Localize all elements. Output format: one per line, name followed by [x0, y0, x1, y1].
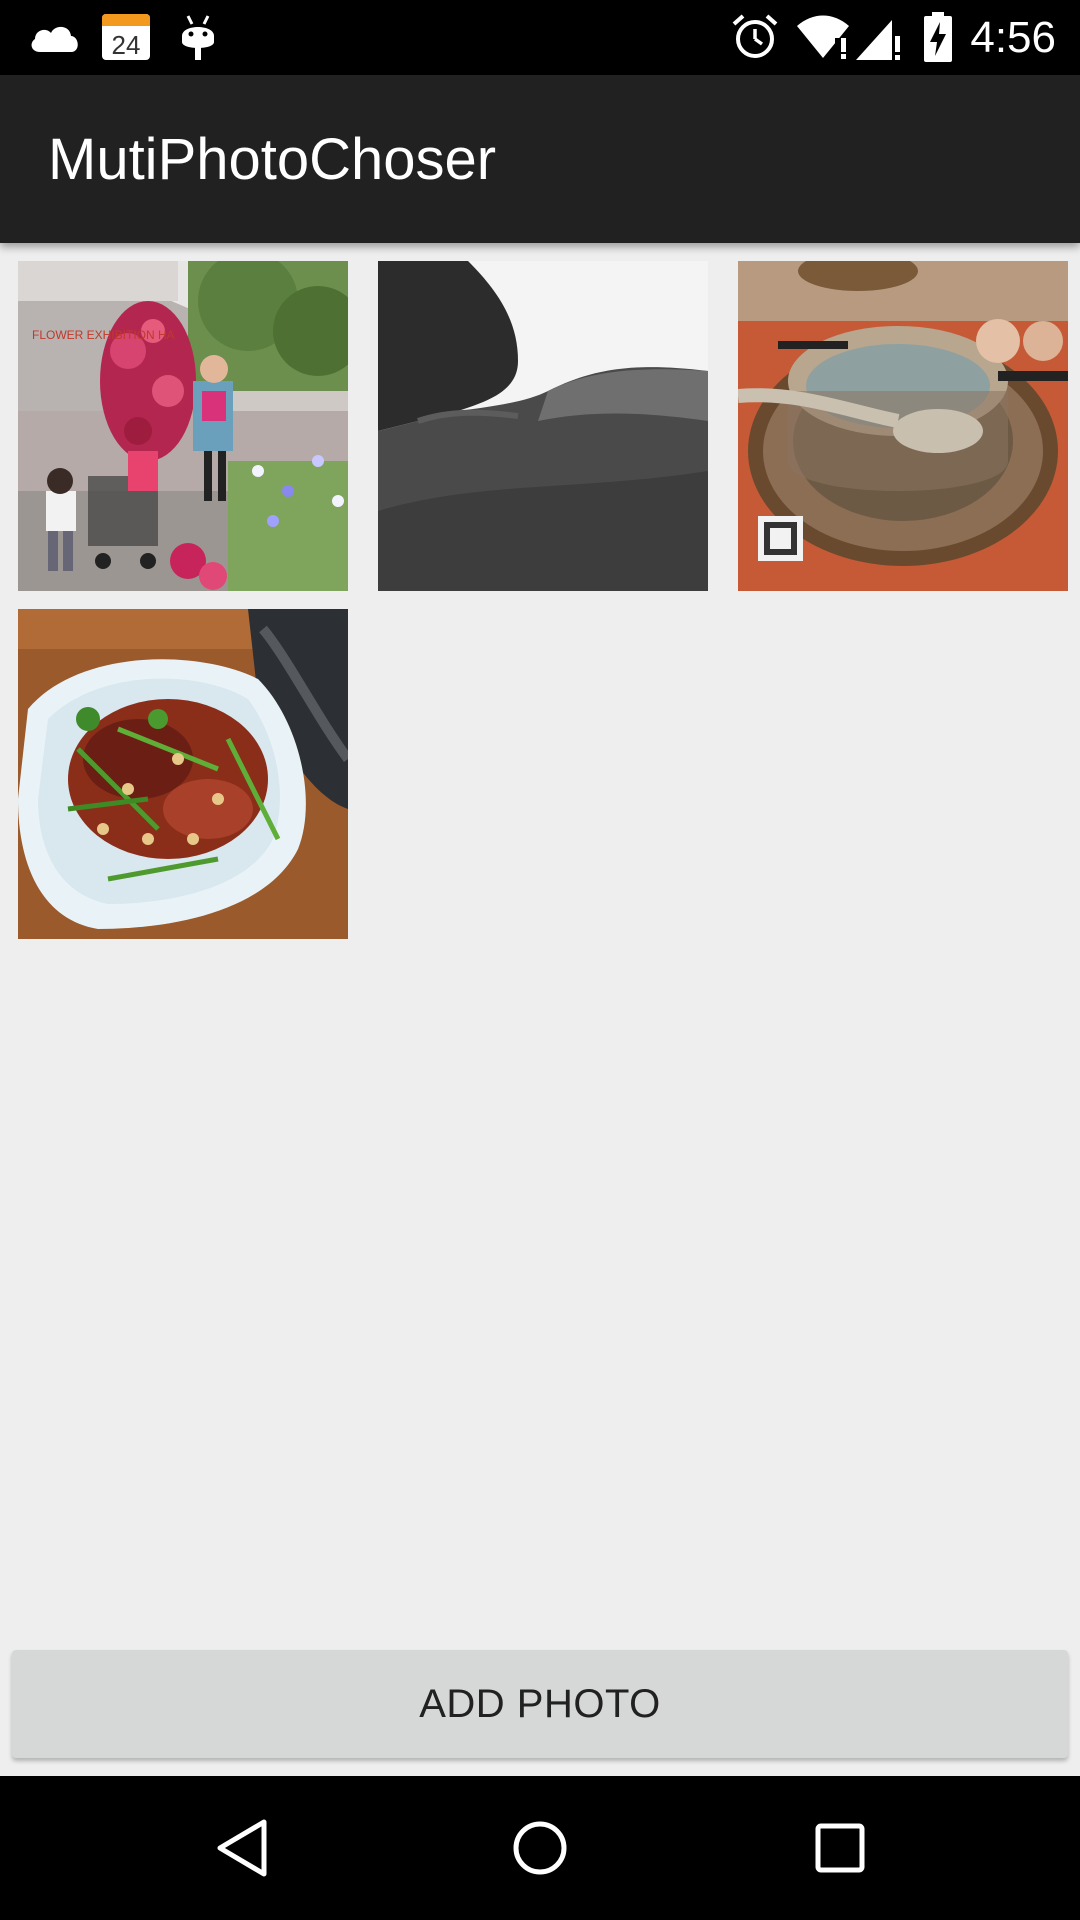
calendar-day: 24 [112, 30, 141, 60]
screen: 24 4:56 MutiPhotoChoser FLOWER EXHIBITIO… [0, 0, 1080, 1920]
status-time: 4:56 [970, 13, 1056, 62]
photo-sign-text: FLOWER EXHIBITION HA [32, 328, 175, 342]
calendar-icon: 24 [102, 14, 150, 60]
app-bar: MutiPhotoChoser [0, 75, 1080, 243]
cloud-icon [31, 26, 78, 52]
back-icon[interactable] [206, 1812, 278, 1884]
battery-charging-icon [924, 12, 952, 62]
home-icon[interactable] [504, 1812, 576, 1884]
alarm-icon [732, 14, 778, 58]
wifi-icon [797, 15, 849, 59]
photo-gray-fabric[interactable] [378, 261, 708, 591]
add-photo-button[interactable]: ADD PHOTO [12, 1650, 1068, 1758]
photo-flower-exhibition[interactable]: FLOWER EXHIBITION HA [18, 261, 348, 591]
navigation-bar [0, 1776, 1080, 1920]
recents-icon[interactable] [804, 1812, 876, 1884]
app-title: MutiPhotoChoser [48, 127, 497, 192]
status-bar: 24 4:56 [0, 0, 1080, 75]
cell-signal-icon [856, 20, 900, 60]
photo-spicy-beef-dish[interactable] [18, 609, 348, 939]
android-debug-icon [182, 15, 214, 60]
photo-bowl-and-spoon[interactable] [738, 261, 1068, 591]
